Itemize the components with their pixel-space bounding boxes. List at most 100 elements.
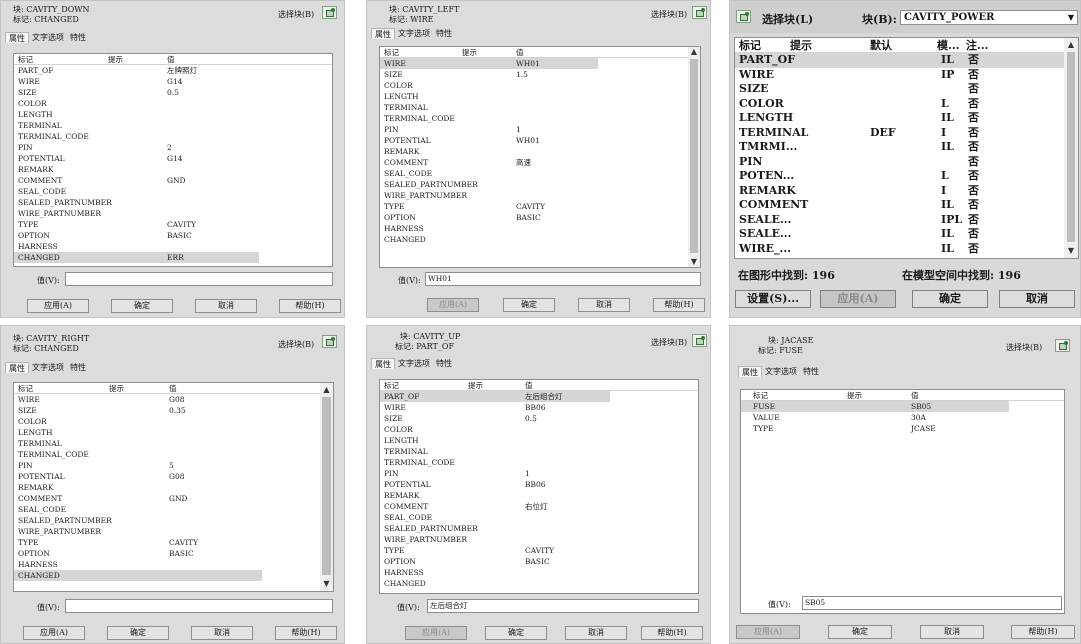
block-select[interactable]: CAVITY_POWER ▼ [900,10,1078,25]
apply-button[interactable]: 应用(A) [405,626,467,640]
list-row[interactable]: TERMINAL [14,120,332,131]
list-row[interactable]: SEALED_PARTNUMBER [14,197,332,208]
list-row[interactable]: TMRMI... IL 否 [735,140,1078,155]
list-row[interactable]: REMARK I 否 [735,184,1078,199]
list-row[interactable]: HARNESS [14,241,332,252]
list-row[interactable]: SEAL_CODE [380,168,700,179]
apply-button[interactable]: 应用(A) [820,290,896,308]
list-row[interactable]: REMARK [380,490,698,501]
list-row[interactable]: TERMINAL [14,438,333,449]
settings-button[interactable]: 设置(S)... [735,290,811,308]
ok-button[interactable]: 确定 [485,626,547,640]
list-row[interactable]: POTENTIAL G08 [14,471,333,482]
value-input[interactable] [65,272,333,286]
list-row[interactable]: SIZE 1.5 [380,69,700,80]
scroll-thumb[interactable] [322,397,331,575]
list-row[interactable]: HARNESS [380,223,700,234]
list-row[interactable]: WIRE_... IL 否 [735,242,1078,257]
scroll-thumb[interactable] [690,59,698,253]
tab-text-options[interactable]: 文字选项 [762,366,800,377]
list-row[interactable]: COLOR [14,416,333,427]
apply-button[interactable]: 应用(A) [23,626,85,640]
tab-attributes[interactable]: 属性 [5,32,29,43]
list-row[interactable]: COMMENT 高速 [380,157,700,168]
list-row[interactable]: CHANGED [14,570,333,581]
list-row[interactable]: SEAL_CODE [14,186,332,197]
tab-text-options[interactable]: 文字选项 [395,28,433,39]
list-row[interactable]: REMARK [14,482,333,493]
select-objects-icon[interactable] [322,335,337,348]
list-row[interactable]: SEAL_CODE [14,504,333,515]
list-row[interactable]: VALUE 30A [741,412,1064,423]
attribute-list[interactable]: 标记 提示 值 WIRE G08 SIZE 0.35 COLOR LENGTH TERMIN… [13,382,334,592]
tab-properties[interactable]: 特性 [67,362,89,373]
scroll-up-icon[interactable]: ▲ [1064,40,1078,50]
apply-button[interactable]: 应用(A) [736,625,800,639]
tab-properties[interactable]: 特性 [67,32,89,43]
list-row[interactable]: SEAL_CODE [380,512,698,523]
list-row[interactable]: PART_OF IL 否 [735,53,1078,68]
list-row[interactable]: WIRE_PARTNUMBER [14,526,333,537]
list-row[interactable]: PIN 1 [380,124,700,135]
list-row[interactable]: POTENTIAL BB06 [380,479,698,490]
list-row[interactable]: TYPE JCASE [741,423,1064,434]
list-row[interactable]: SIZE 否 [735,82,1078,97]
list-row[interactable]: SEALE... IPL 否 [735,213,1078,228]
list-row[interactable]: TERMINAL DEF I 否 [735,126,1078,141]
list-row[interactable]: OPTION BASIC [380,556,698,567]
list-row[interactable]: LENGTH [380,435,698,446]
scroll-down-icon[interactable]: ▼ [688,257,700,267]
select-objects-icon[interactable] [692,6,707,19]
value-input[interactable]: WH01 [425,272,701,286]
select-objects-icon[interactable] [1055,339,1070,352]
ok-button[interactable]: 确定 [111,299,173,313]
list-row[interactable]: COLOR [14,98,332,109]
cancel-button[interactable]: 取消 [565,626,627,640]
tab-text-options[interactable]: 文字选项 [29,362,67,373]
list-row[interactable]: COMMENT GND [14,493,333,504]
list-row[interactable]: PART_OF 左后组合灯 [380,391,698,402]
ok-button[interactable]: 确定 [107,626,169,640]
list-row[interactable]: OPTION BASIC [14,230,332,241]
list-row[interactable]: TERMINAL [380,102,700,113]
list-row[interactable]: TYPE CAVITY [14,537,333,548]
list-row[interactable]: SIZE 0.5 [14,87,332,98]
tab-attributes[interactable]: 属性 [371,28,395,39]
list-row[interactable]: LENGTH [380,91,700,102]
list-row[interactable]: LENGTH [14,427,333,438]
cancel-button[interactable]: 取消 [578,298,630,312]
tab-properties[interactable]: 特性 [433,28,455,39]
list-row[interactable]: CHANGED ERR [14,252,332,263]
list-row[interactable]: WIRE G08 [14,394,333,405]
list-row[interactable]: SEALE... IL 否 [735,227,1078,242]
tab-text-options[interactable]: 文字选项 [395,358,433,369]
list-row[interactable]: PIN 5 [14,460,333,471]
list-row[interactable]: TERMINAL_CODE [380,457,698,468]
list-row[interactable]: SEALED_PARTNUMBER [14,515,333,526]
apply-button[interactable]: 应用(A) [427,298,479,312]
list-row[interactable]: TYPE CAVITY [380,201,700,212]
cancel-button[interactable]: 取消 [191,626,253,640]
list-row[interactable]: PART_OF 左牌照灯 [14,65,332,76]
list-row[interactable]: POTENTIAL WH01 [380,135,700,146]
tab-properties[interactable]: 特性 [800,366,822,377]
list-row[interactable]: COLOR [380,80,700,91]
ok-button[interactable]: 确定 [503,298,555,312]
list-row[interactable]: SIZE 0.5 [380,413,698,424]
list-row[interactable]: HARNESS [14,559,333,570]
select-objects-icon[interactable] [322,6,337,19]
list-row[interactable]: WIRE G14 [14,76,332,87]
scroll-down-icon[interactable]: ▼ [1064,246,1078,256]
list-row[interactable]: LENGTH IL 否 [735,111,1078,126]
list-row[interactable]: TERMINAL_CODE [14,131,332,142]
list-row[interactable]: OPTION BASIC [14,548,333,559]
help-button[interactable]: 帮助(H) [275,626,337,640]
list-row[interactable]: WIRE_PARTNUMBER [380,190,700,201]
list-row[interactable]: WIRE WH01 [380,58,700,69]
chevron-down-icon[interactable]: ▼ [1068,11,1074,24]
list-row[interactable]: REMARK [14,164,332,175]
list-row[interactable]: WIRE_PARTNUMBER [14,208,332,219]
list-row[interactable]: COMMENT GND [14,175,332,186]
tab-text-options[interactable]: 文字选项 [29,32,67,43]
apply-button[interactable]: 应用(A) [27,299,89,313]
